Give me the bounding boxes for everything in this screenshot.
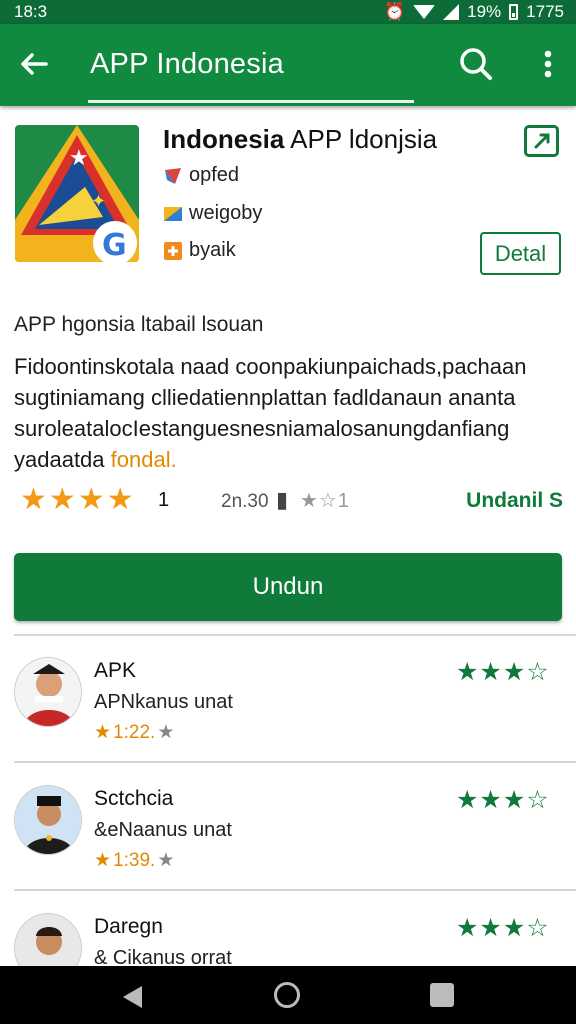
app-name: Indonesia APP ldonjsia [163, 124, 437, 155]
share-icon [534, 133, 549, 149]
svg-text:✦: ✦ [91, 191, 106, 212]
reviewer-subtitle: &eNaanus unat [94, 819, 232, 841]
svg-text:G: G [102, 228, 127, 262]
avatar [14, 785, 82, 855]
arrow-left-icon [21, 53, 48, 75]
nav-back-button[interactable] [120, 984, 146, 1015]
divider [14, 634, 576, 636]
meta-category-label: weigoby [189, 202, 263, 224]
reviewer-subtitle: APNkanus unat [94, 691, 233, 713]
alarm-icon: ⏰ [383, 2, 406, 21]
meta-row-developer: opfed [163, 164, 239, 187]
meta-rating-label: byaik [189, 239, 236, 261]
share-button[interactable] [524, 125, 559, 157]
small-stars: ★☆1 [300, 490, 350, 512]
status-icons: ⏰ 19% 1775 [384, 2, 564, 22]
item-stars: ★★★☆ [456, 658, 550, 686]
avatar [14, 657, 82, 727]
reviewer-name: APK [94, 659, 137, 682]
reviewer-name: Daregn [94, 915, 163, 938]
signal-icon [443, 4, 460, 20]
list-item[interactable]: APK APNkanus unat ★ 1:22. ★ ★★★☆ [0, 657, 576, 777]
developer-icon [163, 166, 183, 186]
item-stars: ★★★☆ [456, 914, 550, 942]
status-bar: 18:3 ⏰ 19% 1775 [0, 0, 576, 24]
reviewer-score-value: 1:39. [113, 849, 156, 871]
more-vert-icon [544, 50, 552, 78]
meta-row-category: weigoby [163, 202, 262, 225]
back-button[interactable] [14, 44, 54, 84]
title-underline [88, 100, 414, 103]
battery-icon [509, 4, 519, 20]
review-count: 2n.30 [221, 491, 269, 512]
app-icon: ★ ✦ G [15, 125, 139, 262]
app-description: Fidoontinskotala naad coonpakiunpaichads… [14, 351, 564, 475]
navigation-bar [0, 966, 576, 1024]
description-more-link[interactable]: fondal. [111, 447, 177, 472]
svg-text:★: ★ [69, 146, 89, 171]
plus-box-icon [163, 241, 183, 261]
star-outline-icon: ★ [157, 722, 175, 743]
search-button[interactable] [458, 44, 494, 84]
app-name-rest: APP ldonjsia [284, 124, 438, 154]
star-icon: ★ [20, 483, 47, 516]
download-link[interactable]: Undanil S [466, 489, 563, 513]
search-icon [460, 48, 492, 80]
app-subtitle: APP hgonsia ltabail lsouan [14, 313, 264, 336]
app-name-bold: Indonesia [163, 124, 285, 154]
description-text: Fidoontinskotala naad coonpakiunpaichads… [14, 354, 527, 472]
reviewer-score-value: 1:22. [113, 721, 156, 743]
page-title: APP Indonesia [90, 48, 284, 80]
person-icon: ▮ [276, 487, 289, 512]
detail-button[interactable]: Detal [480, 232, 561, 275]
triangle-back-icon [123, 986, 142, 1008]
reviewer-score: ★ 1:22. ★ [94, 721, 174, 744]
star-icon: ★ [77, 483, 105, 516]
rating-row: ★ ★ ★ ★ 1 2n.30 ▮ ★☆1 Undanil S [20, 485, 565, 517]
reviewer-name: Sctchcia [94, 787, 174, 810]
star-icon: ★ [48, 483, 76, 516]
reviewer-score: ★ 1:39. ★ [94, 849, 174, 872]
status-time: 18:3 [14, 2, 48, 21]
item-stars: ★★★☆ [456, 786, 550, 814]
overflow-menu-button[interactable] [536, 46, 560, 82]
meta-developer-label: opfed [189, 164, 240, 186]
battery-percent: 19% [467, 2, 502, 21]
star-outline-icon: ★ [157, 850, 175, 871]
star-half-icon: ★ [106, 483, 134, 516]
meta-row-rating: byaik [163, 239, 236, 262]
list-item[interactable]: Sctchcia &eNaanus unat ★ 1:39. ★ ★★★☆ [0, 785, 576, 905]
nav-home-button[interactable] [274, 982, 300, 1008]
app-bar: APP Indonesia [0, 24, 576, 106]
wifi-icon [413, 5, 436, 19]
star-icon: ★ [94, 722, 112, 743]
divider [14, 761, 576, 763]
rating-stars: ★ ★ ★ ★ [20, 485, 134, 515]
status-extra: 1775 [526, 2, 564, 21]
divider [14, 889, 576, 891]
category-icon [163, 204, 183, 224]
app-logo-icon: ★ ✦ G [15, 125, 139, 262]
nav-recents-button[interactable] [430, 983, 454, 1007]
rating-value: 1 [158, 489, 170, 511]
install-button[interactable]: Undun [14, 553, 562, 621]
star-icon: ★ [94, 850, 112, 871]
